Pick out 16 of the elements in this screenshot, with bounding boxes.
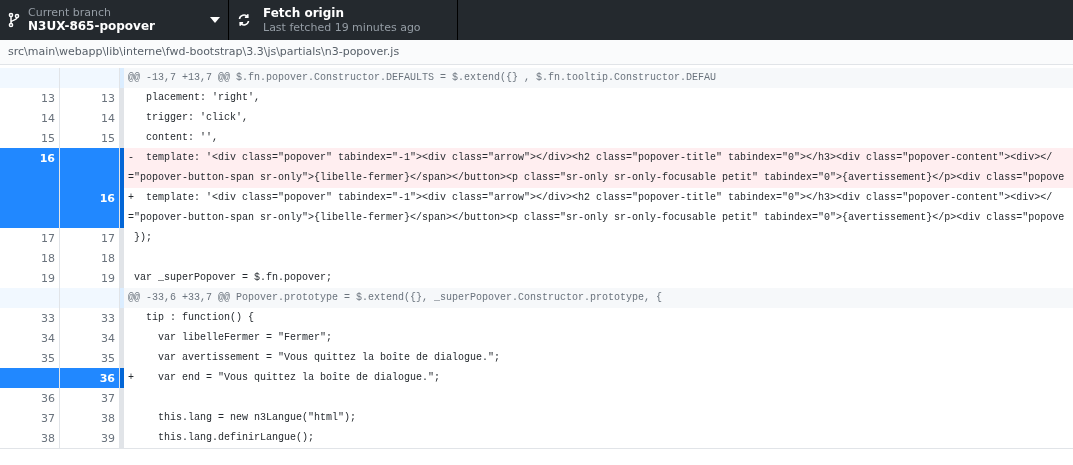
branch-icon <box>8 12 20 28</box>
line-number-cell[interactable]: 36 <box>60 368 120 388</box>
line-number-cell[interactable] <box>0 368 60 388</box>
refresh-icon <box>237 13 251 27</box>
line-number-cell[interactable] <box>60 68 120 88</box>
line-number-cell[interactable] <box>60 288 120 308</box>
hunk-header: @@ -33,6 +33,7 @@ Popover.prototype = $.extend({}, _superPopover.Constructor.prototype, { <box>124 288 1073 308</box>
line-number-cell[interactable] <box>60 148 120 188</box>
line-number-cell[interactable]: 16 <box>60 188 120 228</box>
caret-icon <box>210 17 220 23</box>
line-number-cell[interactable] <box>0 188 60 228</box>
file-path: src\main\webapp\lib\interne\fwd-bootstrap\3.3\js\partials\n3-popover.js <box>8 43 400 60</box>
line-number-cell[interactable]: 16 <box>0 148 60 188</box>
line-number-cell[interactable] <box>0 68 60 88</box>
hunk-header: @@ -13,7 +13,7 @@ $.fn.popover.Constructor.DEFAULTS = $.extend({} , $.fn.tooltip.Constructor.DEFAU <box>124 68 1073 88</box>
line-number-cell[interactable] <box>0 288 60 308</box>
